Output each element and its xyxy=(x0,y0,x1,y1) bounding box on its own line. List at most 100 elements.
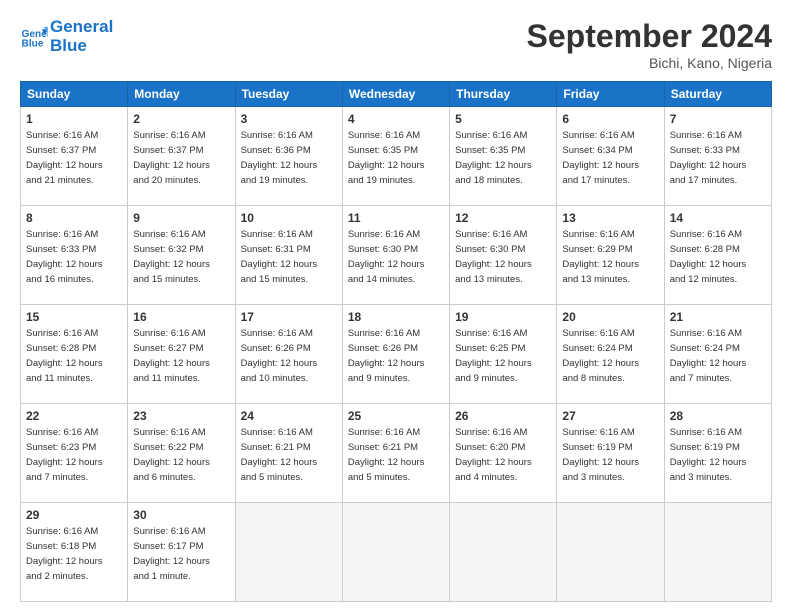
day-cell: 5 Sunrise: 6:16 AM Sunset: 6:35 PM Daylig… xyxy=(450,107,557,206)
day-number: 21 xyxy=(670,309,766,325)
day-info: Sunrise: 6:16 AM Sunset: 6:36 PM Dayligh… xyxy=(241,130,318,185)
day-number: 4 xyxy=(348,111,444,127)
day-cell: 7 Sunrise: 6:16 AM Sunset: 6:33 PM Daylig… xyxy=(664,107,771,206)
day-info: Sunrise: 6:16 AM Sunset: 6:32 PM Dayligh… xyxy=(133,229,210,284)
day-number: 15 xyxy=(26,309,122,325)
day-cell xyxy=(664,503,771,602)
day-cell: 21 Sunrise: 6:16 AM Sunset: 6:24 PM Dayli… xyxy=(664,305,771,404)
day-number: 22 xyxy=(26,408,122,424)
day-cell: 13 Sunrise: 6:16 AM Sunset: 6:29 PM Dayli… xyxy=(557,206,664,305)
day-info: Sunrise: 6:16 AM Sunset: 6:24 PM Dayligh… xyxy=(670,328,747,383)
location-title: Bichi, Kano, Nigeria xyxy=(527,55,772,71)
weekday-header-row: SundayMondayTuesdayWednesdayThursdayFrid… xyxy=(21,82,772,107)
day-info: Sunrise: 6:16 AM Sunset: 6:24 PM Dayligh… xyxy=(562,328,639,383)
day-cell: 24 Sunrise: 6:16 AM Sunset: 6:21 PM Dayli… xyxy=(235,404,342,503)
day-info: Sunrise: 6:16 AM Sunset: 6:31 PM Dayligh… xyxy=(241,229,318,284)
weekday-thursday: Thursday xyxy=(450,82,557,107)
day-number: 11 xyxy=(348,210,444,226)
day-info: Sunrise: 6:16 AM Sunset: 6:19 PM Dayligh… xyxy=(670,427,747,482)
day-cell: 19 Sunrise: 6:16 AM Sunset: 6:25 PM Dayli… xyxy=(450,305,557,404)
svg-text:Blue: Blue xyxy=(22,38,44,49)
day-number: 6 xyxy=(562,111,658,127)
day-cell: 28 Sunrise: 6:16 AM Sunset: 6:19 PM Dayli… xyxy=(664,404,771,503)
day-cell: 25 Sunrise: 6:16 AM Sunset: 6:21 PM Dayli… xyxy=(342,404,449,503)
day-cell: 17Sunrise: 6:16 AM Sunset: 6:26 PM Dayli… xyxy=(235,305,342,404)
week-row-4: 22Sunrise: 6:16 AM Sunset: 6:23 PM Dayli… xyxy=(21,404,772,503)
page: General Blue General Blue September 2024… xyxy=(0,0,792,612)
day-number: 27 xyxy=(562,408,658,424)
day-info: Sunrise: 6:16 AM Sunset: 6:28 PM Dayligh… xyxy=(26,328,103,383)
day-cell: 9 Sunrise: 6:16 AM Sunset: 6:32 PM Daylig… xyxy=(128,206,235,305)
day-cell: 10 Sunrise: 6:16 AM Sunset: 6:31 PM Dayli… xyxy=(235,206,342,305)
week-row-5: 29 Sunrise: 6:16 AM Sunset: 6:18 PM Dayli… xyxy=(21,503,772,602)
day-info: Sunrise: 6:16 AM Sunset: 6:28 PM Dayligh… xyxy=(670,229,747,284)
day-info: Sunrise: 6:16 AM Sunset: 6:30 PM Dayligh… xyxy=(348,229,425,284)
day-cell: 14 Sunrise: 6:16 AM Sunset: 6:28 PM Dayli… xyxy=(664,206,771,305)
day-cell: 4Sunrise: 6:16 AM Sunset: 6:35 PM Daylig… xyxy=(342,107,449,206)
day-number: 14 xyxy=(670,210,766,226)
month-title: September 2024 xyxy=(527,18,772,55)
logo: General Blue General Blue xyxy=(20,18,113,55)
day-info: Sunrise: 6:16 AM Sunset: 6:27 PM Dayligh… xyxy=(133,328,210,383)
day-info: Sunrise: 6:16 AM Sunset: 6:25 PM Dayligh… xyxy=(455,328,532,383)
day-number: 5 xyxy=(455,111,551,127)
week-row-2: 8Sunrise: 6:16 AM Sunset: 6:33 PM Daylig… xyxy=(21,206,772,305)
day-cell: 18Sunrise: 6:16 AM Sunset: 6:26 PM Dayli… xyxy=(342,305,449,404)
calendar-table: SundayMondayTuesdayWednesdayThursdayFrid… xyxy=(20,81,772,602)
day-number: 9 xyxy=(133,210,229,226)
day-number: 23 xyxy=(133,408,229,424)
day-number: 10 xyxy=(241,210,337,226)
day-info: Sunrise: 6:16 AM Sunset: 6:18 PM Dayligh… xyxy=(26,526,103,581)
day-info: Sunrise: 6:16 AM Sunset: 6:33 PM Dayligh… xyxy=(670,130,747,185)
day-info: Sunrise: 6:16 AM Sunset: 6:26 PM Dayligh… xyxy=(241,328,318,383)
day-cell: 27 Sunrise: 6:16 AM Sunset: 6:19 PM Dayli… xyxy=(557,404,664,503)
week-row-3: 15 Sunrise: 6:16 AM Sunset: 6:28 PM Dayli… xyxy=(21,305,772,404)
day-number: 16 xyxy=(133,309,229,325)
logo-blue: Blue xyxy=(50,37,113,56)
day-number: 7 xyxy=(670,111,766,127)
day-cell xyxy=(235,503,342,602)
day-number: 28 xyxy=(670,408,766,424)
day-info: Sunrise: 6:16 AM Sunset: 6:21 PM Dayligh… xyxy=(348,427,425,482)
day-info: Sunrise: 6:16 AM Sunset: 6:34 PM Dayligh… xyxy=(562,130,639,185)
day-number: 19 xyxy=(455,309,551,325)
day-cell: 16 Sunrise: 6:16 AM Sunset: 6:27 PM Dayli… xyxy=(128,305,235,404)
day-cell xyxy=(557,503,664,602)
day-info: Sunrise: 6:16 AM Sunset: 6:19 PM Dayligh… xyxy=(562,427,639,482)
day-number: 29 xyxy=(26,507,122,523)
day-number: 20 xyxy=(562,309,658,325)
day-number: 30 xyxy=(133,507,229,523)
day-cell: 30Sunrise: 6:16 AM Sunset: 6:17 PM Dayli… xyxy=(128,503,235,602)
day-cell: 29 Sunrise: 6:16 AM Sunset: 6:18 PM Dayli… xyxy=(21,503,128,602)
day-cell: 12 Sunrise: 6:16 AM Sunset: 6:30 PM Dayli… xyxy=(450,206,557,305)
day-number: 13 xyxy=(562,210,658,226)
day-info: Sunrise: 6:16 AM Sunset: 6:29 PM Dayligh… xyxy=(562,229,639,284)
logo-icon: General Blue xyxy=(20,23,48,51)
day-info: Sunrise: 6:16 AM Sunset: 6:33 PM Dayligh… xyxy=(26,229,103,284)
day-info: Sunrise: 6:16 AM Sunset: 6:21 PM Dayligh… xyxy=(241,427,318,482)
weekday-friday: Friday xyxy=(557,82,664,107)
day-number: 12 xyxy=(455,210,551,226)
day-cell: 6 Sunrise: 6:16 AM Sunset: 6:34 PM Daylig… xyxy=(557,107,664,206)
day-cell: 3Sunrise: 6:16 AM Sunset: 6:36 PM Daylig… xyxy=(235,107,342,206)
day-cell: 11 Sunrise: 6:16 AM Sunset: 6:30 PM Dayli… xyxy=(342,206,449,305)
day-cell: 1Sunrise: 6:16 AM Sunset: 6:37 PM Daylig… xyxy=(21,107,128,206)
header: General Blue General Blue September 2024… xyxy=(20,18,772,71)
day-cell: 8Sunrise: 6:16 AM Sunset: 6:33 PM Daylig… xyxy=(21,206,128,305)
title-block: September 2024 Bichi, Kano, Nigeria xyxy=(527,18,772,71)
day-number: 24 xyxy=(241,408,337,424)
day-info: Sunrise: 6:16 AM Sunset: 6:35 PM Dayligh… xyxy=(455,130,532,185)
day-info: Sunrise: 6:16 AM Sunset: 6:37 PM Dayligh… xyxy=(26,130,103,185)
weekday-tuesday: Tuesday xyxy=(235,82,342,107)
day-number: 25 xyxy=(348,408,444,424)
day-cell: 15 Sunrise: 6:16 AM Sunset: 6:28 PM Dayli… xyxy=(21,305,128,404)
day-info: Sunrise: 6:16 AM Sunset: 6:20 PM Dayligh… xyxy=(455,427,532,482)
logo-general: General xyxy=(50,18,113,37)
weekday-wednesday: Wednesday xyxy=(342,82,449,107)
day-info: Sunrise: 6:16 AM Sunset: 6:30 PM Dayligh… xyxy=(455,229,532,284)
day-number: 18 xyxy=(348,309,444,325)
day-number: 2 xyxy=(133,111,229,127)
weekday-sunday: Sunday xyxy=(21,82,128,107)
day-cell: 23 Sunrise: 6:16 AM Sunset: 6:22 PM Dayli… xyxy=(128,404,235,503)
day-info: Sunrise: 6:16 AM Sunset: 6:22 PM Dayligh… xyxy=(133,427,210,482)
